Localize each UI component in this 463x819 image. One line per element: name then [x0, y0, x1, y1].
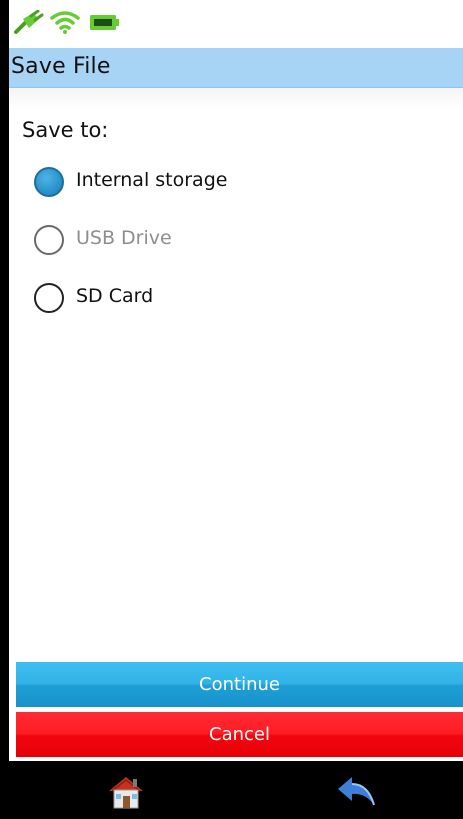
save-to-label: Save to:: [22, 118, 109, 142]
option-usb-drive[interactable]: USB Drive: [34, 222, 414, 256]
back-icon[interactable]: [334, 771, 378, 811]
option-internal-storage[interactable]: Internal storage: [34, 164, 414, 198]
app-screen: Save File Save to: Internal storage USB …: [0, 0, 463, 819]
radio-button-selected[interactable]: [34, 167, 64, 197]
wifi-icon: [50, 11, 80, 34]
continue-button[interactable]: Continue: [16, 662, 463, 707]
cancel-button[interactable]: Cancel: [16, 712, 463, 757]
option-label: USB Drive: [76, 227, 172, 249]
plug-icon: [14, 10, 44, 34]
option-label: SD Card: [76, 285, 154, 307]
option-sd-card[interactable]: SD Card: [34, 280, 414, 314]
battery-icon: [90, 15, 119, 30]
save-location-panel: Save to: Internal storage USB Drive SD C…: [9, 88, 463, 658]
page-title: Save File: [11, 54, 111, 79]
navigation-bar: [9, 761, 463, 819]
status-bar: [9, 0, 463, 44]
option-label: Internal storage: [76, 169, 228, 191]
radio-button-disabled[interactable]: [34, 225, 64, 255]
title-bar: Save File: [9, 48, 463, 88]
home-icon[interactable]: [104, 771, 148, 811]
radio-button[interactable]: [34, 283, 64, 313]
left-frame: [0, 0, 9, 819]
